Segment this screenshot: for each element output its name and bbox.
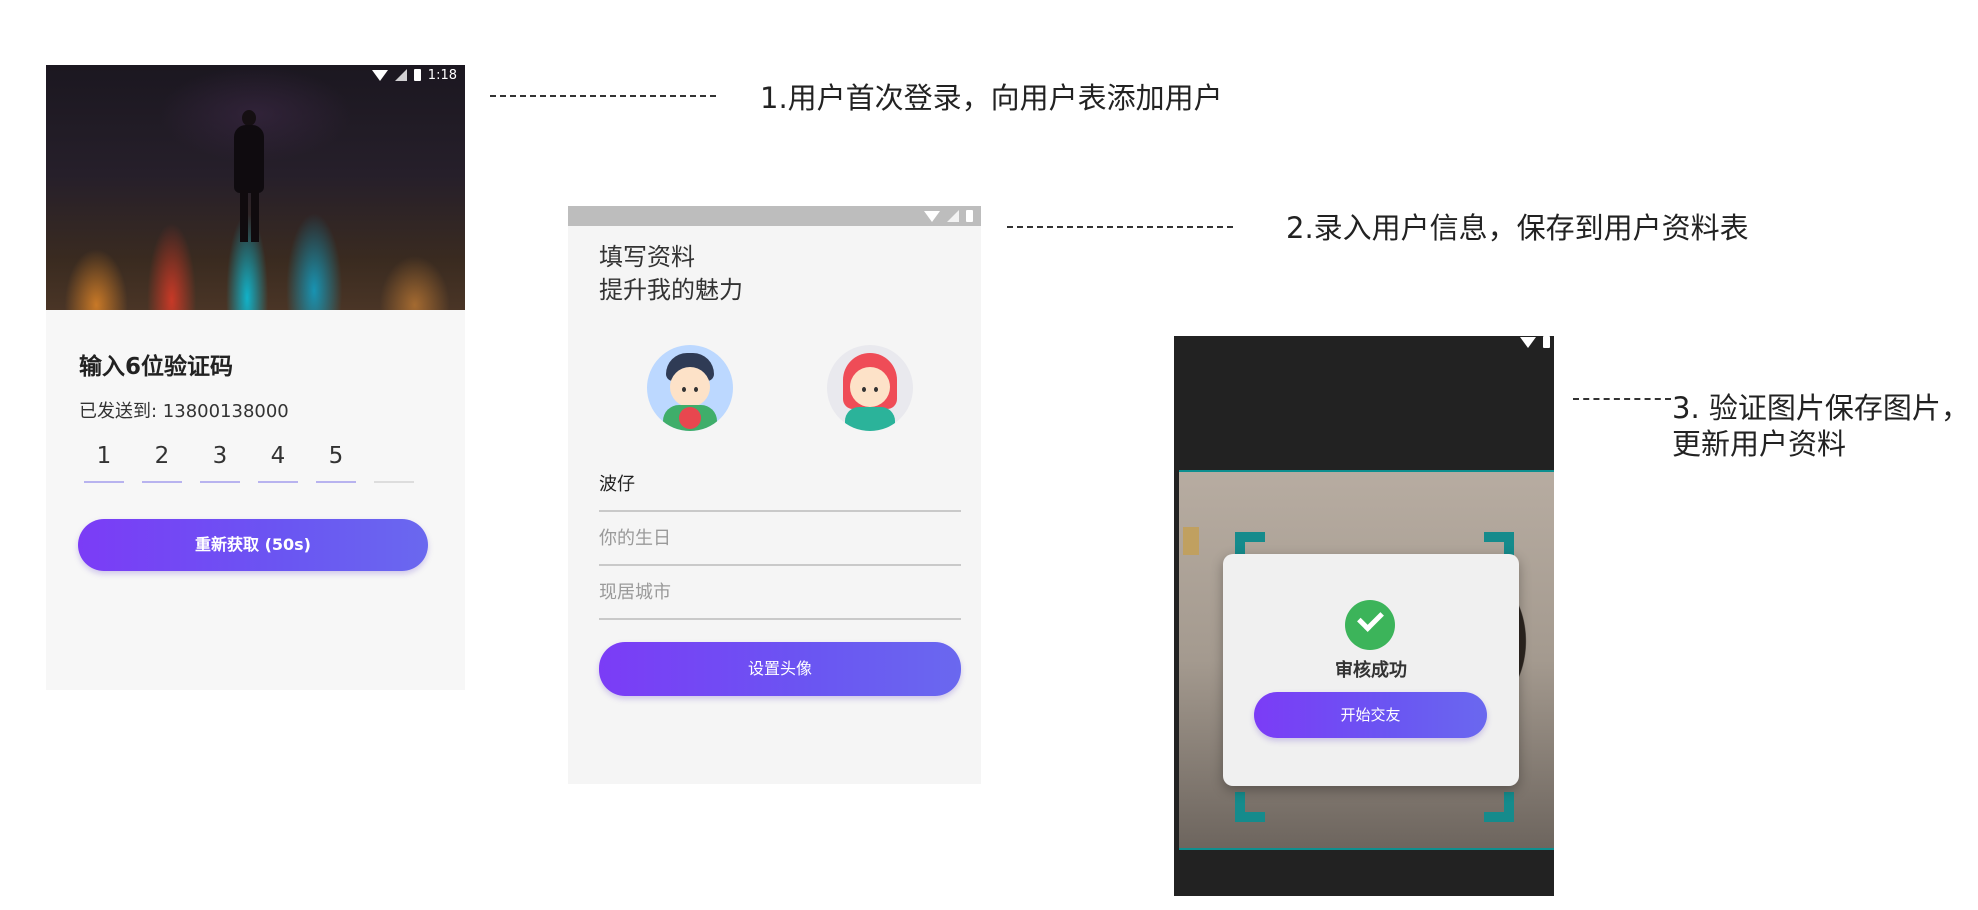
status-bar: [568, 206, 981, 226]
battery-icon: [1543, 336, 1550, 348]
hero-image-night-street: 1:18: [46, 65, 465, 310]
annotation-step-1: 1.用户首次登录，向用户表添加用户: [760, 81, 1223, 115]
resend-code-button[interactable]: 重新获取 (50s): [78, 519, 428, 571]
signal-icon: [947, 210, 959, 222]
status-bar: 1:18: [371, 67, 457, 83]
wifi-icon: [924, 210, 940, 222]
signal-icon: [394, 69, 407, 81]
code-title: 输入6位验证码: [79, 354, 234, 380]
code-digit-4[interactable]: 4: [258, 443, 298, 483]
code-digit-2[interactable]: 2: [142, 443, 182, 483]
heart-icon: [679, 407, 701, 429]
code-digit-1[interactable]: 1: [84, 443, 124, 483]
verify-status-text: 审核成功: [1335, 660, 1407, 681]
battery-icon: [966, 210, 973, 222]
female-avatar-option[interactable]: [827, 345, 913, 431]
wifi-icon: [1520, 336, 1536, 348]
code-digit-5[interactable]: 5: [316, 443, 356, 483]
status-time: 1:18: [427, 67, 457, 83]
background-sign: [1183, 527, 1199, 555]
battery-icon: [413, 69, 421, 81]
annotation-step-2: 2.录入用户信息，保存到用户资料表: [1286, 211, 1749, 245]
annotation-connector-1: [490, 95, 716, 97]
sent-to-label: 已发送到: 13800138000: [79, 401, 289, 422]
nickname-field[interactable]: 波仔: [599, 470, 961, 512]
profile-form-screen: 填写资料 提升我的魅力 波仔 你的生日 现居城市 设置头像: [568, 206, 981, 784]
start-dating-button[interactable]: 开始交友: [1254, 692, 1487, 738]
check-circle-icon: [1345, 600, 1395, 650]
face-verify-screen: 审核成功 开始交友: [1174, 336, 1554, 896]
annotation-step-3-line2: 更新用户资料: [1672, 427, 1847, 461]
code-digit-3[interactable]: 3: [200, 443, 240, 483]
code-digit-6[interactable]: [374, 443, 414, 483]
verify-success-dialog: 审核成功 开始交友: [1223, 554, 1519, 786]
wifi-icon: [371, 69, 388, 81]
scan-frame-corner: [1484, 792, 1514, 822]
birthday-field[interactable]: 你的生日: [599, 524, 961, 566]
form-heading-line2: 提升我的魅力: [599, 276, 743, 304]
annotation-connector-2: [1007, 226, 1233, 228]
form-heading-line1: 填写资料: [599, 243, 695, 271]
verification-screen: 1:18 输入6位验证码 已发送到: 13800138000 1 2 3 4 5…: [46, 65, 465, 690]
city-field[interactable]: 现居城市: [599, 578, 961, 620]
set-avatar-button[interactable]: 设置头像: [599, 642, 961, 696]
annotation-connector-3: [1573, 398, 1671, 400]
status-bar: [1520, 336, 1550, 350]
walking-person-figure: [231, 110, 267, 245]
scan-frame-corner: [1235, 792, 1265, 822]
male-avatar-option[interactable]: [647, 345, 733, 431]
